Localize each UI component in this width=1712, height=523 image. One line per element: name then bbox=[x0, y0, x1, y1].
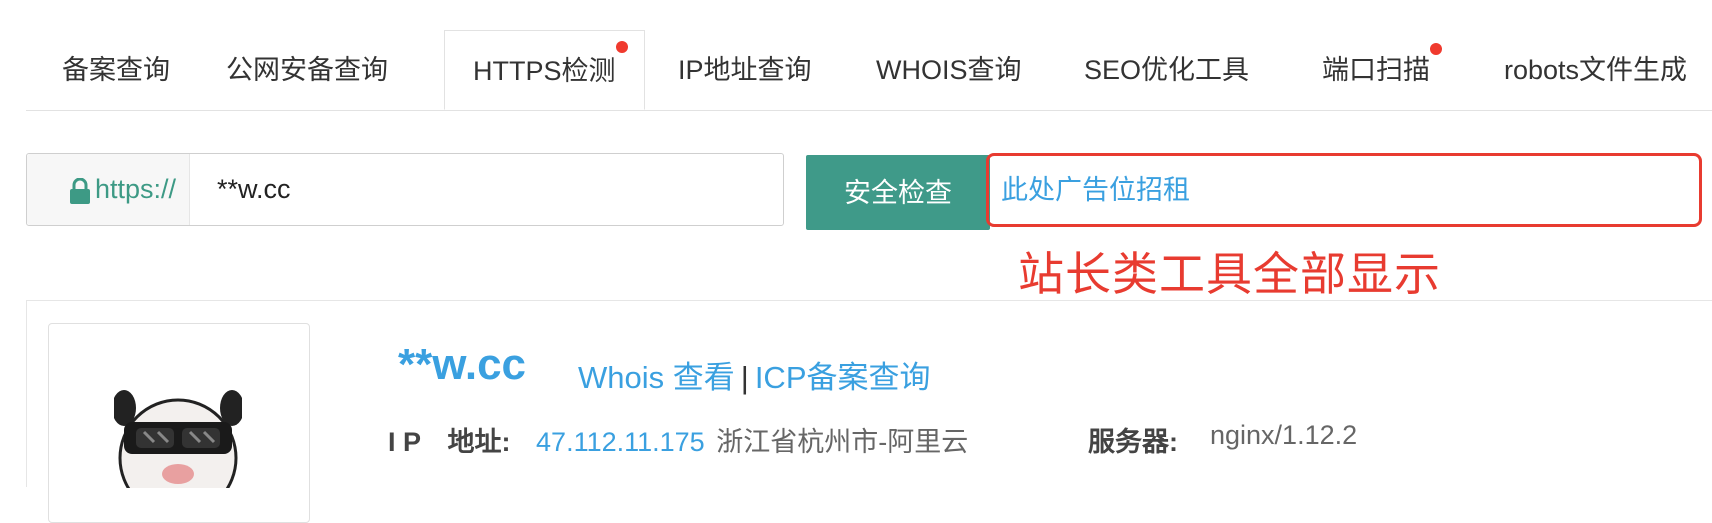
tab-whois[interactable]: WHOIS查询 bbox=[876, 30, 1022, 110]
url-input-group: https:// bbox=[26, 153, 784, 226]
ip-label: I P 地址: bbox=[388, 427, 511, 457]
tab-label: SEO优化工具 bbox=[1084, 55, 1250, 85]
ad-slot[interactable]: 此处广告位招租 bbox=[986, 153, 1702, 227]
tab-label: 公网安备查询 bbox=[226, 55, 388, 85]
tab-label: HTTPS检测 bbox=[473, 56, 616, 86]
whois-link[interactable]: Whois 查看 bbox=[578, 360, 735, 395]
ip-value[interactable]: 47.112.11.175 bbox=[536, 427, 705, 457]
tab-label: WHOIS查询 bbox=[876, 55, 1022, 85]
url-prefix: https:// bbox=[27, 154, 190, 225]
server-label: 服务器: bbox=[1088, 427, 1178, 457]
tab-label: robots文件生成 bbox=[1504, 55, 1688, 85]
domain-input[interactable] bbox=[191, 155, 771, 224]
tab-ip[interactable]: IP地址查询 bbox=[678, 30, 812, 110]
result-domain: **w.cc bbox=[398, 340, 527, 389]
server-value: nginx/1.12.2 bbox=[1210, 420, 1358, 450]
ad-text[interactable]: 此处广告位招租 bbox=[1001, 156, 1190, 224]
favicon-avatar bbox=[114, 388, 242, 488]
tab-gongan[interactable]: 公网安备查询 bbox=[226, 30, 388, 110]
security-check-button[interactable]: 安全检查 bbox=[806, 155, 990, 230]
tab-beian[interactable]: 备案查询 bbox=[62, 30, 170, 110]
tab-label: IP地址查询 bbox=[678, 55, 812, 85]
lock-icon bbox=[70, 178, 90, 204]
tab-label: 备案查询 bbox=[62, 55, 170, 85]
tab-port-scan[interactable]: 端口扫描 bbox=[1322, 30, 1442, 110]
tab-robots[interactable]: robots文件生成 bbox=[1504, 30, 1687, 110]
link-separator: | bbox=[740, 360, 749, 395]
result-links: Whois 查看 | ICP备案查询 bbox=[578, 352, 931, 397]
tab-https[interactable]: HTTPS检测 bbox=[444, 30, 645, 110]
icp-link[interactable]: ICP备案查询 bbox=[755, 360, 931, 395]
ip-row: I P 地址: 47.112.11.175 浙江省杭州市-阿里云 bbox=[388, 420, 968, 459]
tab-badge-dot bbox=[1430, 43, 1442, 55]
ip-location: 浙江省杭州市-阿里云 bbox=[716, 427, 969, 457]
annotation-text: 站长类工具全部显示 bbox=[1018, 248, 1441, 300]
tab-label: 端口扫描 bbox=[1322, 55, 1430, 85]
tool-tabs: 备案查询 公网安备查询 HTTPS检测 IP地址查询 WHOIS查询 SEO优化… bbox=[26, 30, 1712, 111]
protocol-label: https:// bbox=[95, 174, 177, 204]
tab-badge-dot bbox=[615, 41, 628, 53]
tab-seo[interactable]: SEO优化工具 bbox=[1084, 30, 1249, 110]
